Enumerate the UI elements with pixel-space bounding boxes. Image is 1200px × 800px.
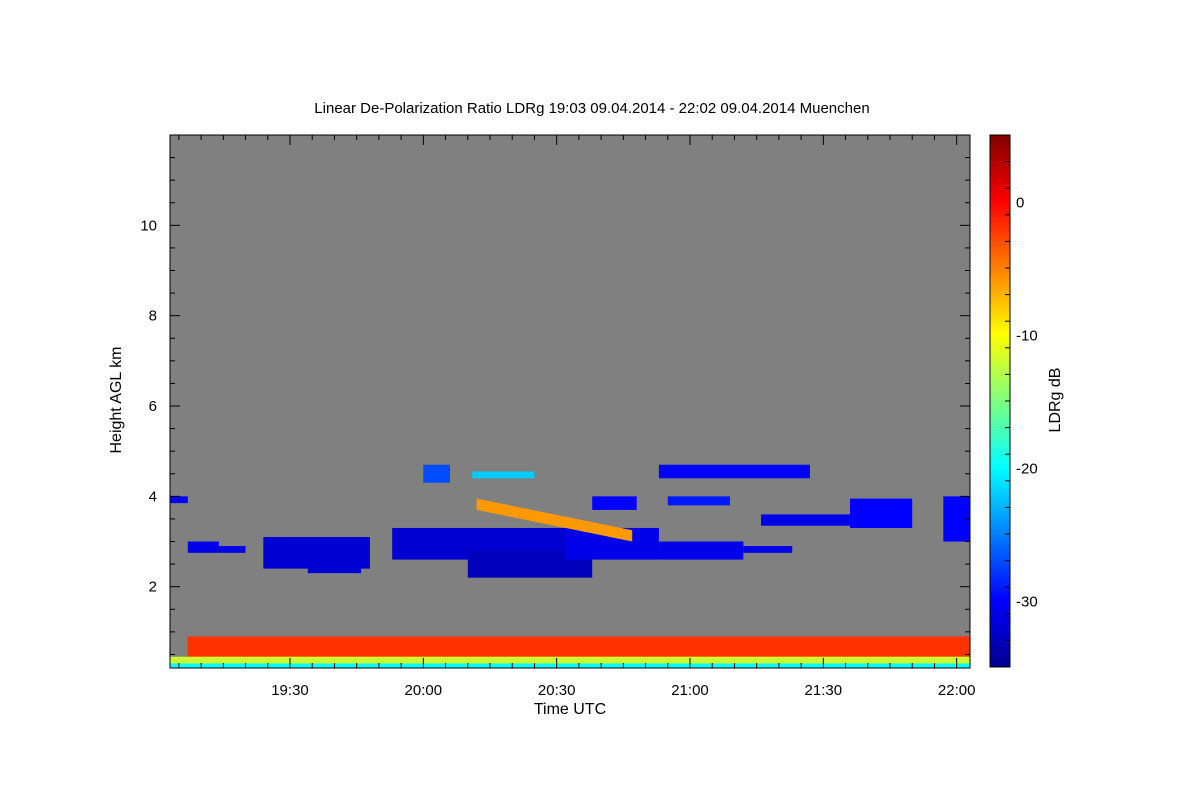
colorbar-tick-label: -10: [1016, 328, 1038, 345]
x-tick-label: 19:30: [271, 682, 309, 699]
y-tick-label: 8: [149, 308, 157, 325]
colorbar-tick-label: -20: [1016, 461, 1038, 478]
y-tick-label: 2: [149, 579, 157, 596]
chart-title: Linear De-Polarization Ratio LDRg 19:03 …: [314, 100, 869, 117]
x-tick-label: 21:00: [671, 682, 709, 699]
ldr-region: [743, 546, 793, 553]
y-tick-label: 10: [140, 217, 157, 234]
ldr-region: [658, 464, 810, 479]
colorbar-tick-label: 0: [1016, 195, 1024, 212]
ldr-region: [472, 471, 535, 479]
y-tick-label: 6: [149, 398, 157, 415]
ldr-region: [667, 496, 730, 506]
x-tick-label: 21:30: [805, 682, 843, 699]
x-tick-label: 22:00: [938, 682, 976, 699]
y-axis-label: Height AGL km: [108, 346, 125, 453]
ldr-region: [592, 496, 637, 510]
ldr-region: [307, 559, 362, 574]
x-tick-label: 20:00: [405, 682, 443, 699]
colorbar-tick-label: -30: [1016, 594, 1038, 611]
ldr-region: [218, 546, 246, 553]
ldr-region: [170, 496, 188, 504]
y-tick-label: 4: [149, 488, 157, 505]
ldr-region: [850, 498, 913, 528]
colorbar-axis: 0 -10 -20 -30: [1005, 134, 1038, 668]
plot-background: [170, 135, 970, 668]
ldr-region: [658, 541, 744, 560]
colorbar-label: LDRg dB: [1047, 368, 1064, 433]
ldr-region: [423, 464, 450, 483]
ldr-region: [761, 514, 850, 526]
ldr-region: [187, 636, 970, 659]
x-tick-label: 20:30: [538, 682, 576, 699]
x-axis-label: Time UTC: [534, 701, 606, 718]
ldr-region: [187, 541, 219, 553]
ldr-chart-figure: Linear De-Polarization Ratio LDRg 19:03 …: [108, 100, 1064, 718]
